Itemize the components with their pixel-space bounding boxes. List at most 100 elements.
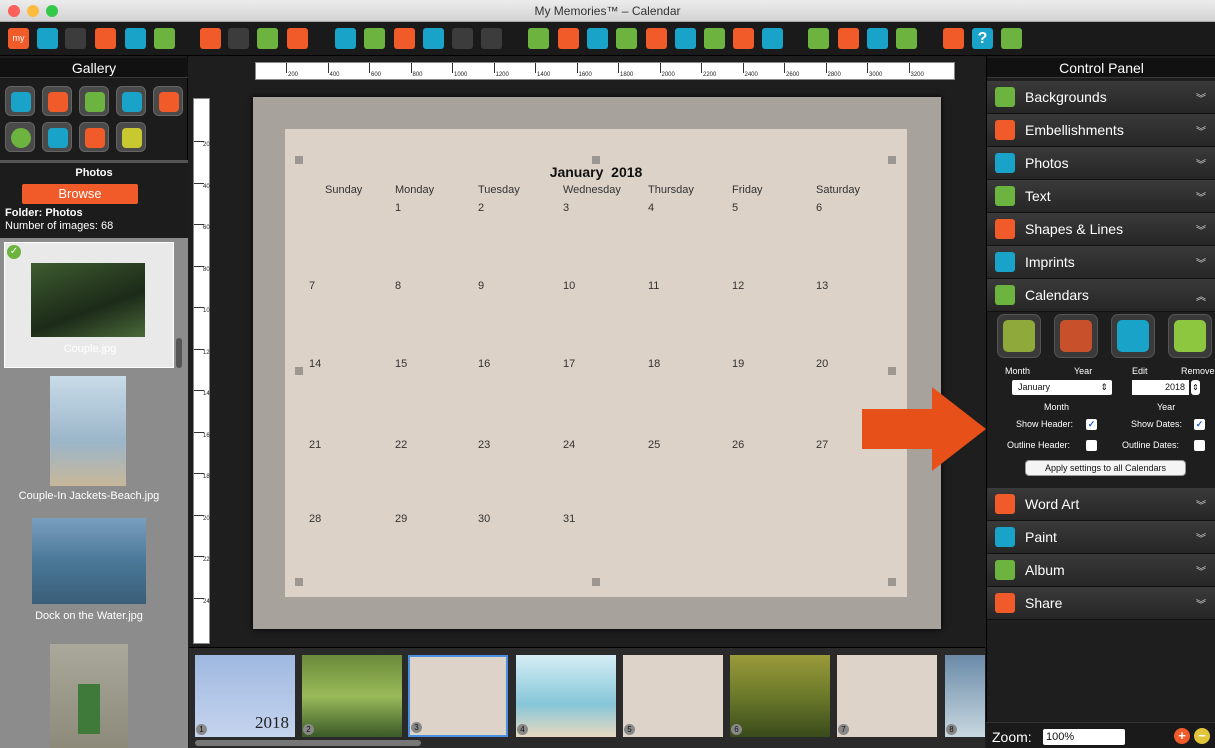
paste-icon[interactable]	[394, 28, 415, 49]
expand-icon[interactable]: ︾	[1196, 563, 1206, 578]
section-shapes-lines[interactable]: Shapes & Lines ︾	[987, 213, 1215, 246]
add-page-icon[interactable]	[154, 28, 175, 49]
collapse-icon[interactable]: ︽	[1196, 288, 1206, 303]
word-art-icon[interactable]	[733, 28, 754, 49]
resize-handle[interactable]	[295, 578, 303, 586]
calendar-date[interactable]: 30	[478, 513, 490, 525]
frames-category-icon[interactable]	[116, 86, 146, 116]
calendar-date[interactable]: 3	[563, 202, 569, 214]
calendar-date[interactable]: 7	[309, 280, 315, 292]
section-share[interactable]: Share ︾	[987, 587, 1215, 620]
expand-icon[interactable]: ︾	[1196, 123, 1206, 138]
filmstrip-page[interactable]: 4	[516, 655, 616, 737]
calendar-date[interactable]: 25	[648, 439, 660, 451]
expand-icon[interactable]: ︾	[1196, 255, 1206, 270]
filmstrip-page-selected[interactable]: 3	[408, 655, 508, 737]
zoom-in-icon[interactable]: +	[1174, 728, 1190, 744]
expand-icon[interactable]: ︾	[1196, 497, 1206, 512]
filmstrip-page[interactable]: 6	[730, 655, 830, 737]
word-art-category-icon[interactable]	[79, 122, 109, 152]
expand-icon[interactable]: ︾	[1196, 530, 1206, 545]
section-word-art[interactable]: Word Art ︾	[987, 488, 1215, 521]
butterfly-category-icon[interactable]	[42, 122, 72, 152]
calendar-date[interactable]: 13	[816, 280, 828, 292]
calendar-date[interactable]: 12	[732, 280, 744, 292]
calendar-date[interactable]: 16	[478, 358, 490, 370]
text-icon[interactable]	[616, 28, 637, 49]
calendar-icon[interactable]	[704, 28, 725, 49]
calendar-date[interactable]: 18	[648, 358, 660, 370]
month-select[interactable]: January ⇕	[1012, 380, 1112, 395]
thumbnail-item[interactable]: Couple-In Jackets-Beach.jpg	[4, 372, 174, 502]
checkmark-icon[interactable]	[808, 28, 829, 49]
my-memories-logo-button[interactable]: my	[8, 28, 29, 49]
section-text[interactable]: Text ︾	[987, 180, 1215, 213]
calendar-date[interactable]: 24	[563, 439, 575, 451]
expand-icon[interactable]: ︾	[1196, 222, 1206, 237]
resize-handle[interactable]	[295, 367, 303, 375]
section-imprints[interactable]: Imprints ︾	[987, 246, 1215, 279]
undo-icon[interactable]	[452, 28, 473, 49]
section-paint[interactable]: Paint ︾	[987, 521, 1215, 554]
flower-icon[interactable]	[558, 28, 579, 49]
redo-icon[interactable]	[481, 28, 502, 49]
calendar-date[interactable]: 19	[732, 358, 744, 370]
filmstrip-page[interactable]: 8	[945, 655, 985, 737]
calendar-category-icon[interactable]	[116, 122, 146, 152]
resize-handle[interactable]	[295, 156, 303, 164]
calendar-date[interactable]: 4	[648, 202, 654, 214]
calendar-date[interactable]: 26	[732, 439, 744, 451]
filmstrip-page[interactable]: 5	[623, 655, 723, 737]
section-backgrounds[interactable]: Backgrounds ︾	[987, 81, 1215, 114]
duplicate-icon[interactable]	[423, 28, 444, 49]
resize-handle[interactable]	[888, 156, 896, 164]
calendar-date[interactable]: 17	[563, 358, 575, 370]
calendar-date[interactable]: 10	[563, 280, 575, 292]
section-calendars[interactable]: Calendars ︽	[987, 279, 1215, 312]
calendar-date[interactable]: 21	[309, 439, 321, 451]
year-calendar-icon[interactable]	[1054, 314, 1098, 358]
edit-calendar-icon[interactable]	[1111, 314, 1155, 358]
calendar-date[interactable]: 28	[309, 513, 321, 525]
apply-all-calendars-button[interactable]: Apply settings to all Calendars	[1025, 460, 1186, 476]
calendar-date[interactable]: 31	[563, 513, 575, 525]
crop-icon[interactable]	[257, 28, 278, 49]
zoom-out-icon[interactable]: −	[1194, 728, 1210, 744]
remove-calendar-icon[interactable]	[1168, 314, 1212, 358]
expand-icon[interactable]: ︾	[1196, 156, 1206, 171]
calendar-date[interactable]: 1	[395, 202, 401, 214]
expand-icon[interactable]: ︾	[1196, 596, 1206, 611]
month-calendar-icon[interactable]	[997, 314, 1041, 358]
cloud-icon[interactable]	[943, 28, 964, 49]
background-icon[interactable]	[528, 28, 549, 49]
camera-category-icon[interactable]	[5, 86, 35, 116]
filmstrip-scrollbar[interactable]	[195, 740, 421, 746]
calendar-date[interactable]: 27	[816, 439, 828, 451]
play-icon[interactable]	[838, 28, 859, 49]
grid-icon[interactable]	[228, 28, 249, 49]
open-folder-icon[interactable]	[37, 28, 58, 49]
filmstrip-page[interactable]: 2	[302, 655, 402, 737]
outline-header-checkbox[interactable]	[1086, 440, 1097, 451]
gallery-scrollbar[interactable]	[176, 338, 182, 368]
thumbnail-item[interactable]: ✓ Couple.jpg	[4, 242, 174, 368]
calendar-date[interactable]: 5	[732, 202, 738, 214]
layers-icon[interactable]	[287, 28, 308, 49]
cloud-category-icon[interactable]	[153, 86, 183, 116]
outline-dates-checkbox[interactable]	[1194, 440, 1205, 451]
print-page-icon[interactable]	[335, 28, 356, 49]
section-album[interactable]: Album ︾	[987, 554, 1215, 587]
resize-handle[interactable]	[888, 367, 896, 375]
calendar-date[interactable]: 11	[648, 280, 659, 292]
frame-icon[interactable]	[200, 28, 221, 49]
copy-icon[interactable]	[364, 28, 385, 49]
show-header-checkbox[interactable]: ✓	[1086, 419, 1097, 430]
expand-icon[interactable]: ︾	[1196, 189, 1206, 204]
save-icon[interactable]	[65, 28, 86, 49]
expand-icon[interactable]: ︾	[1196, 90, 1206, 105]
page-layout-icon[interactable]	[95, 28, 116, 49]
flower-category-icon[interactable]	[42, 86, 72, 116]
filmstrip-page[interactable]: 7	[837, 655, 937, 737]
year-input[interactable]: 2018	[1132, 380, 1189, 395]
calendar-date[interactable]: 14	[309, 358, 321, 370]
